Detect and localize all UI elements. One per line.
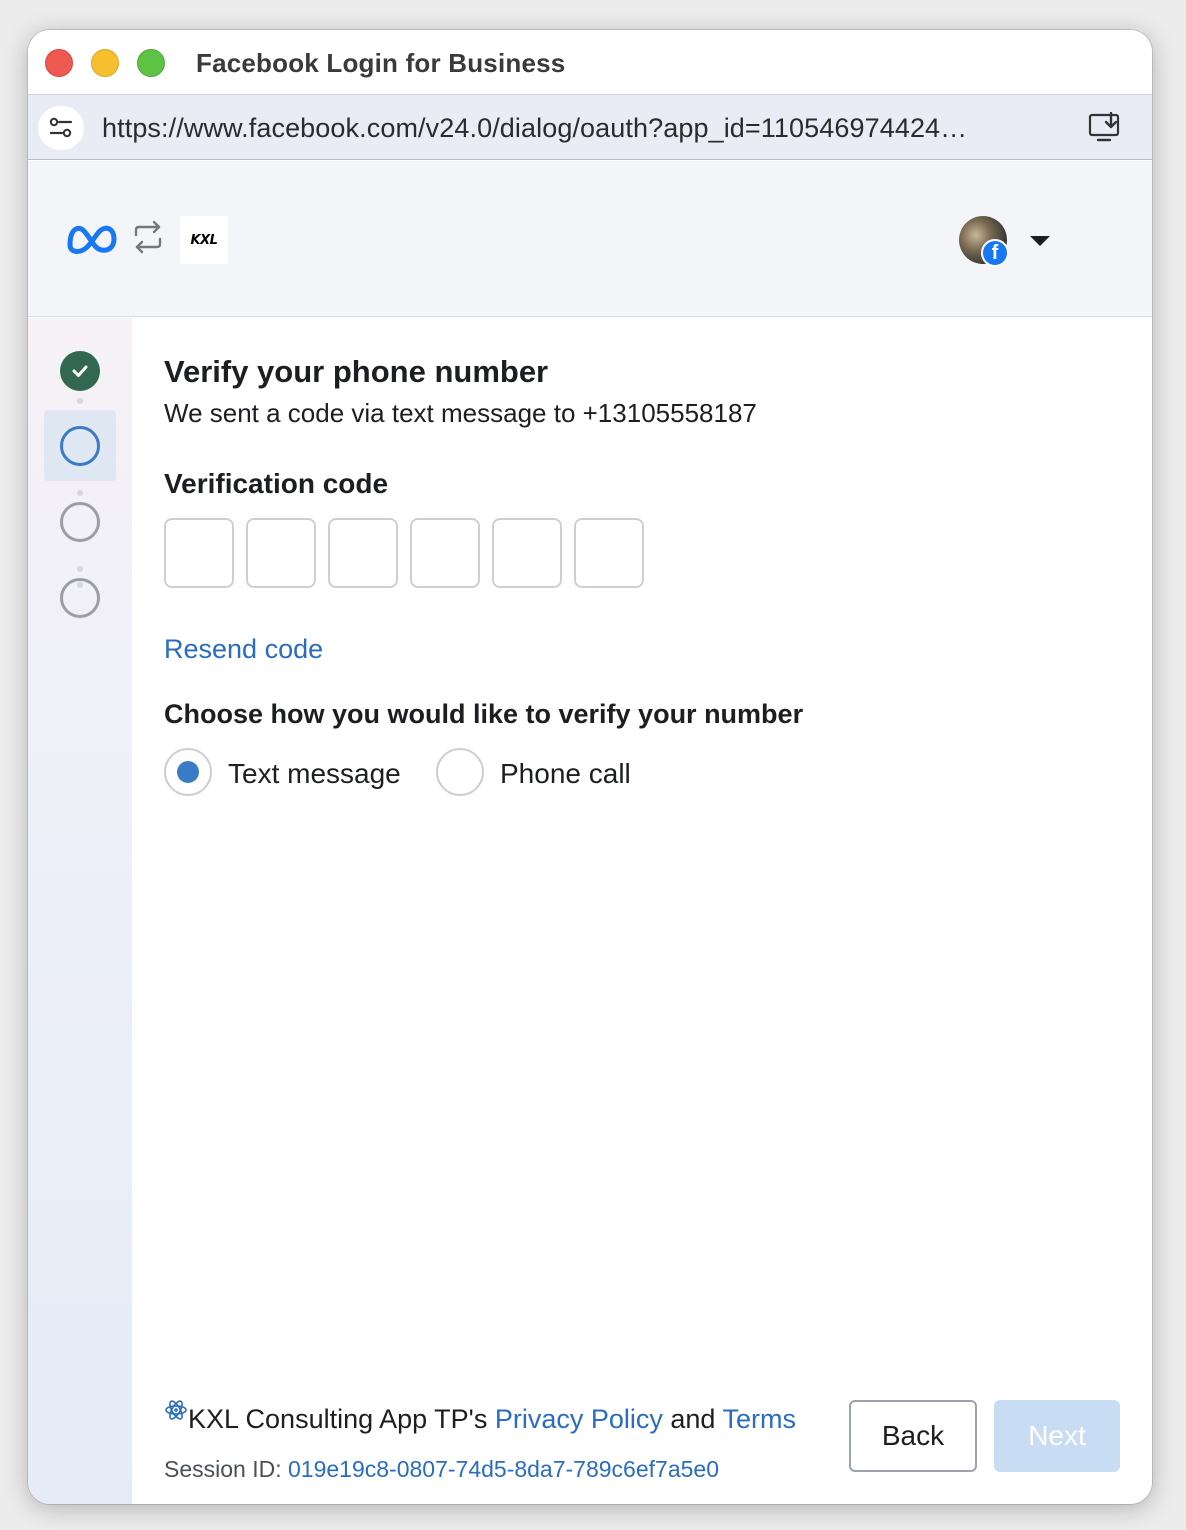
verification-panel: Verify your phone number We sent a code … — [132, 318, 1152, 1504]
verification-code-label: Verification code — [164, 468, 389, 499]
facebook-badge-icon: f — [981, 239, 1009, 267]
check-icon — [72, 365, 88, 377]
progress-stepper — [28, 318, 132, 1504]
next-button[interactable]: Next — [994, 1400, 1120, 1472]
minimize-window-button[interactable] — [91, 49, 119, 77]
session-id-line: Session ID: 019e19c8-0807-74d5-8da7-789c… — [164, 1456, 719, 1483]
url-field[interactable]: https://www.facebook.com/v24.0/dialog/oa… — [102, 113, 1062, 144]
app-name-text: KXL Consulting App TP's — [188, 1404, 495, 1434]
code-digit-3-input[interactable] — [328, 518, 398, 588]
terms-link[interactable]: Terms — [722, 1404, 796, 1434]
phone-call-label[interactable]: Phone call — [500, 758, 631, 790]
swap-arrows-icon — [130, 219, 166, 255]
meta-logo-icon — [66, 221, 118, 255]
atom-icon — [165, 1400, 187, 1420]
chevron-down-icon[interactable] — [1030, 236, 1050, 246]
code-digit-2-input[interactable] — [246, 518, 316, 588]
resend-code-link[interactable]: Resend code — [164, 634, 323, 665]
session-id-value: 019e19c8-0807-74d5-8da7-789c6ef7a5e0 — [288, 1456, 719, 1482]
step-4-pending — [60, 578, 100, 618]
close-window-button[interactable] — [45, 49, 73, 77]
app-logo: KXL — [180, 216, 228, 264]
window-title: Facebook Login for Business — [196, 48, 566, 78]
dialog-header: KXL f — [28, 161, 1152, 317]
code-digit-5-input[interactable] — [492, 518, 562, 588]
page-subtitle: We sent a code via text message to +1310… — [164, 398, 757, 428]
step-1-completed — [60, 351, 100, 391]
step-connector — [77, 566, 83, 572]
title-bar: Facebook Login for Business — [28, 30, 1152, 94]
browser-window: Facebook Login for Business https://www.… — [28, 30, 1152, 1504]
verify-method-prompt: Choose how you would like to verify your… — [164, 699, 804, 729]
step-connector — [77, 490, 83, 496]
address-bar: https://www.facebook.com/v24.0/dialog/oa… — [28, 94, 1152, 160]
step-connector — [77, 398, 83, 404]
session-id-label: Session ID: — [164, 1456, 288, 1482]
tune-icon[interactable] — [38, 106, 84, 150]
code-digit-6-input[interactable] — [574, 518, 644, 588]
back-button[interactable]: Back — [849, 1400, 977, 1472]
maximize-window-button[interactable] — [137, 49, 165, 77]
code-digit-4-input[interactable] — [410, 518, 480, 588]
app-policy-line: KXL Consulting App TP's Privacy Policy a… — [164, 1400, 796, 1435]
step-3-pending — [60, 502, 100, 542]
page-title: Verify your phone number — [164, 354, 549, 389]
code-digit-1-input[interactable] — [164, 518, 234, 588]
privacy-policy-link[interactable]: Privacy Policy — [495, 1404, 663, 1434]
text-message-label[interactable]: Text message — [228, 758, 401, 790]
step-2-current — [60, 426, 100, 466]
radio-selected-dot — [177, 761, 199, 783]
and-text: and — [662, 1404, 723, 1434]
text-message-radio[interactable] — [164, 748, 212, 796]
install-app-icon[interactable] — [1088, 111, 1122, 144]
phone-call-radio[interactable] — [436, 748, 484, 796]
